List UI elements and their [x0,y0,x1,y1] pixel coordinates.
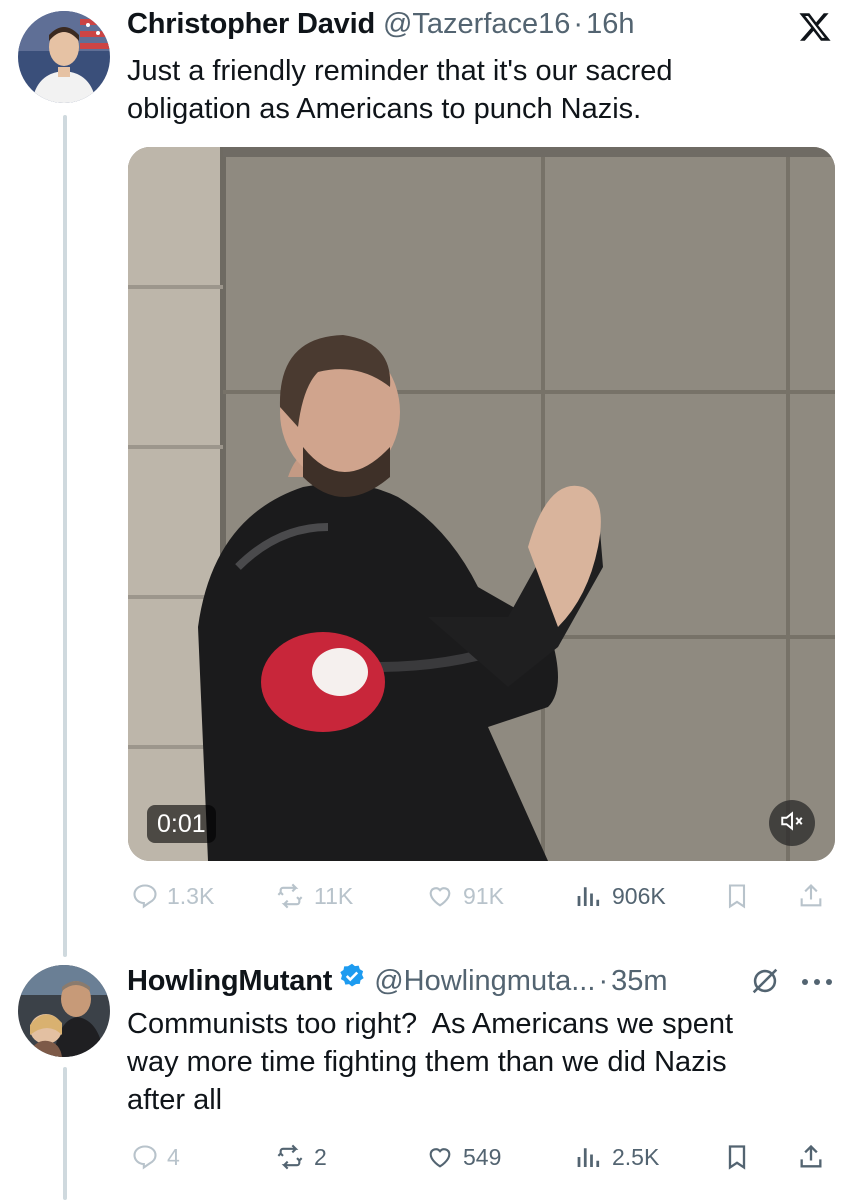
speaker-muted-icon [779,808,805,839]
tweet1-actions: 1.3K 11K 91K 906K [127,876,827,916]
tweet2-text: Communists too right? As Americans we sp… [127,1005,733,1119]
tweet2-retweet-button[interactable]: 2 [274,1137,327,1177]
bookmark-icon [723,1142,751,1172]
tweet1-bookmark-button[interactable] [723,876,751,916]
tweet1-text-line: Just a friendly reminder that it's our s… [127,55,673,87]
avatar-christopher-david[interactable] [18,11,110,103]
tweet2-like-count: 549 [463,1143,502,1170]
tweet2-retweet-count: 2 [314,1143,327,1170]
tweet2-share-button[interactable] [797,1137,825,1177]
tweet2-text-line: after all [127,1084,223,1116]
reply-icon [131,882,159,910]
views-chart-icon [574,881,604,911]
tweet2-handle[interactable]: @Howlingmuta... [374,965,595,998]
tweet1-retweet-count: 11K [314,882,354,909]
reply-icon [131,1143,159,1171]
tweet1-like-button[interactable]: 91K [425,876,504,916]
tweet1-retweet-button[interactable]: 11K [274,876,353,916]
tweet1-handle[interactable]: @Tazerface16 [383,8,570,41]
tweet2-header: HowlingMutant @Howlingmuta... · 35m [127,962,668,998]
tweet2-reply-count: 4 [167,1143,180,1170]
tweet2-actions: 4 2 549 2.5K [127,1137,827,1177]
tweet1-display-name[interactable]: Christopher David [127,8,375,41]
tweet1-text: Just a friendly reminder that it's our s… [127,52,673,128]
heart-icon [425,882,455,910]
thread-line-upper [63,115,67,957]
tweet1-text-line: obligation as Americans to punch Nazis. [127,93,642,125]
tweet1-reply-count: 1.3K [167,882,215,909]
retweet-icon [274,1143,306,1171]
mute-button[interactable] [769,800,815,846]
bookmark-icon [723,881,751,911]
tweet1-view-count: 906K [612,882,666,909]
tweet1-header: Christopher David @Tazerface16 · 16h [127,8,634,41]
tweet2-text-line: Communists too right? As Americans we sp… [127,1008,734,1040]
tweet1-views-button[interactable]: 906K [574,876,666,916]
tweet1-share-button[interactable] [797,876,825,916]
tweet2-display-name[interactable]: HowlingMutant [127,965,332,998]
tweet2-view-count: 2.5K [612,1143,660,1170]
more-options-icon[interactable] [800,975,834,987]
heart-icon [425,1143,455,1171]
video-duration: 0:01 [147,805,216,843]
tweet2-views-button[interactable]: 2.5K [574,1137,659,1177]
avatar-howlingmutant[interactable] [18,965,110,1057]
tweet1-separator: · [573,8,584,40]
tweet2-bookmark-button[interactable] [723,1137,751,1177]
tweet1-like-count: 91K [463,882,504,909]
x-logo-icon[interactable] [797,10,833,44]
tweet1-time[interactable]: 16h [586,8,634,41]
verified-badge-icon [338,962,366,995]
tweet1-reply-button[interactable]: 1.3K [131,876,214,916]
tweet2-like-button[interactable]: 549 [425,1137,501,1177]
tweet2-separator: · [598,965,609,997]
grok-icon[interactable] [748,964,782,998]
retweet-icon [274,882,306,910]
share-icon [797,1142,825,1172]
views-chart-icon [574,1142,604,1172]
tweet2-reply-button[interactable]: 4 [131,1137,180,1177]
tweet2-time[interactable]: 35m [611,965,667,998]
share-icon [797,881,825,911]
tweet2-text-line: way more time fighting them than we did … [127,1046,727,1078]
tweet1-video[interactable] [128,147,835,861]
thread-line-lower [63,1067,67,1200]
